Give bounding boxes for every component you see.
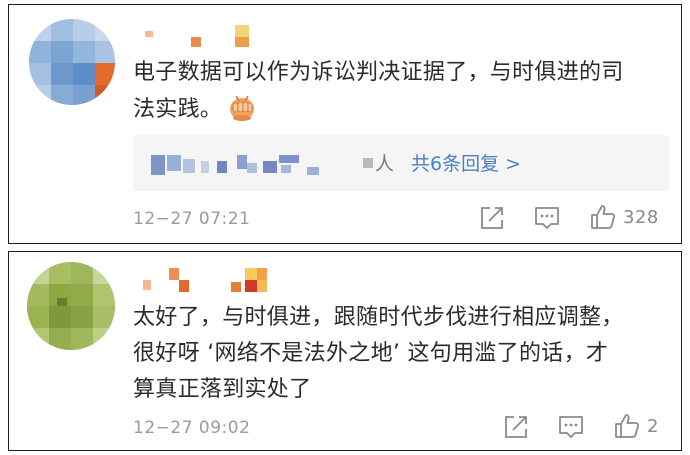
comment-line: 法实践。 — [133, 91, 663, 128]
comment-line: 很好呀 ‘网络不是法外之地’ 这句用滥了的话，才 — [133, 341, 609, 366]
view-replies-link[interactable]: 共6条回复 > — [411, 149, 521, 176]
like-count: 2 — [647, 415, 659, 437]
like-button[interactable]: 2 — [613, 412, 659, 440]
avatar[interactable] — [29, 19, 115, 105]
timestamp: 12−27 07:21 — [133, 209, 251, 229]
username-pixelated[interactable] — [133, 266, 283, 294]
fist-emoji-icon — [226, 91, 258, 123]
comment-card: 太好了，与时俱进，跟随时代步伐进行相应调整， 很好呀 ‘网络不是法外之地’ 这句… — [8, 251, 682, 451]
share-icon — [481, 207, 503, 229]
comment-text: 电子数据可以作为诉讼判决证据了，与时俱进的司 法实践。 — [133, 55, 663, 128]
share-button[interactable] — [503, 414, 529, 440]
comment-button[interactable] — [533, 205, 561, 231]
username-pixelated[interactable] — [133, 23, 263, 49]
comment-line: 太好了，与时俱进，跟随时代步伐进行相应调整， — [133, 305, 624, 330]
reply-person-text: 人 — [375, 153, 395, 175]
comment-icon — [535, 207, 559, 229]
like-icon — [615, 414, 640, 438]
like-count: 328 — [623, 206, 659, 228]
comment-icon — [559, 416, 583, 438]
timestamp: 12−27 09:02 — [133, 418, 251, 438]
comment-line: 电子数据可以作为诉讼判决证据了，与时俱进的司 — [133, 60, 624, 85]
like-icon — [591, 205, 616, 229]
comment-card: 电子数据可以作为诉讼判决证据了，与时俱进的司 法实践。 人 共6条回复 > 12… — [8, 4, 682, 244]
comment-line-text: 法实践。 — [133, 97, 223, 122]
avatar[interactable] — [27, 262, 115, 350]
share-button[interactable] — [479, 205, 505, 231]
comment-line: 算真正落到实处了 — [133, 377, 312, 402]
reply-usernames-pixelated — [151, 155, 321, 175]
share-icon — [505, 416, 527, 438]
like-button[interactable]: 328 — [589, 203, 659, 231]
comment-button[interactable] — [557, 414, 585, 440]
pixelated-mark — [363, 158, 373, 168]
comment-text: 太好了，与时俱进，跟随时代步伐进行相应调整， 很好呀 ‘网络不是法外之地’ 这句… — [133, 300, 663, 408]
replies-preview[interactable]: 人 共6条回复 > — [133, 135, 669, 191]
reply-person-label: 人 — [363, 149, 394, 176]
